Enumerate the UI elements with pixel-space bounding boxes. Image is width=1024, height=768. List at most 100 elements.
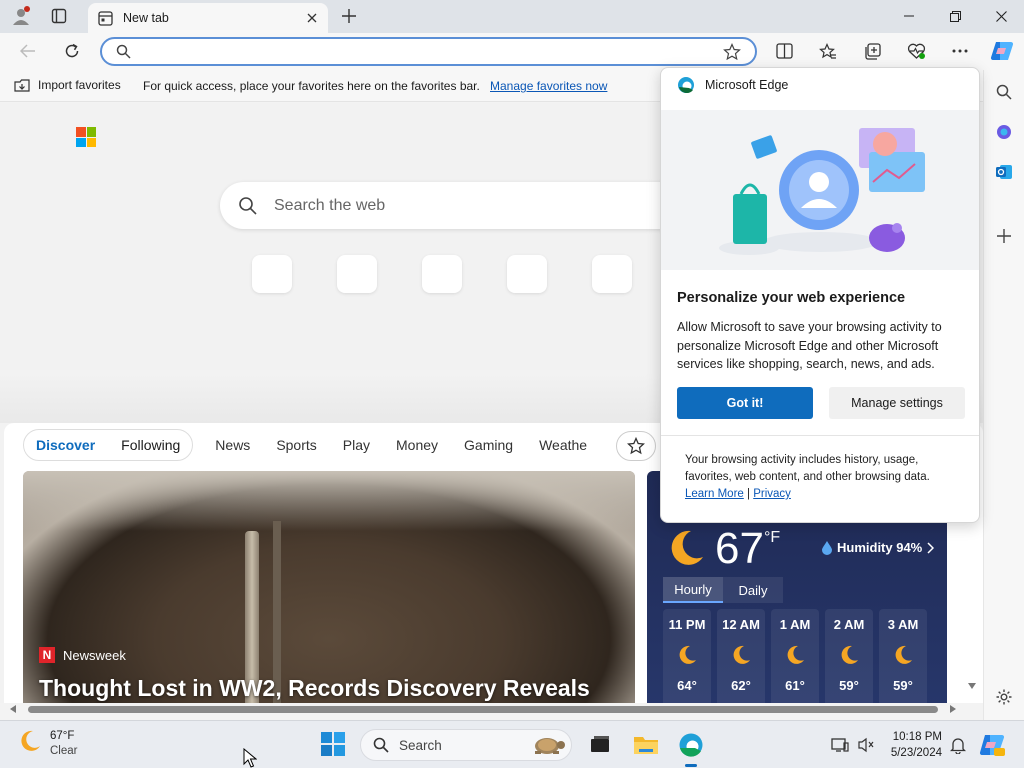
category-money[interactable]: Money (396, 437, 438, 453)
taskbar-file-explorer-button[interactable] (630, 729, 662, 761)
hour-forecast: 12 AM 62° (717, 609, 765, 703)
active-app-indicator (685, 764, 697, 767)
favorites-button[interactable] (814, 38, 842, 64)
feed-mode-toggle: Discover Following (23, 429, 194, 461)
favorite-star-icon[interactable] (723, 43, 741, 61)
new-tab-page-icon (98, 10, 113, 26)
favorites-icon (819, 42, 836, 59)
browser-essentials-button[interactable] (902, 38, 930, 64)
edge-logo-icon (679, 733, 703, 757)
manage-favorites-link[interactable]: Manage favorites now (490, 79, 607, 93)
close-icon (995, 10, 1007, 22)
favorites-hint: For quick access, place your favorites h… (143, 79, 480, 93)
quick-link-tile[interactable] (592, 255, 632, 293)
category-gaming[interactable]: Gaming (464, 437, 513, 453)
task-view-icon (591, 736, 609, 752)
current-weather: 67 °F (665, 527, 780, 571)
hour-temp: 59° (893, 678, 913, 693)
personalize-feed-button[interactable] (616, 431, 656, 461)
taskbar-clock[interactable]: 10:18 PM 5/23/2024 (884, 729, 942, 761)
category-weather[interactable]: Weathe (539, 437, 587, 453)
collections-button[interactable] (858, 38, 886, 64)
settings-and-more-button[interactable] (946, 38, 974, 64)
back-arrow-icon (20, 44, 35, 58)
taskbar-tray-icon[interactable] (850, 729, 882, 761)
tab-hourly[interactable]: Hourly (663, 577, 723, 603)
bell-icon (950, 738, 966, 754)
taskbar-task-view-button[interactable] (584, 729, 616, 761)
category-sports[interactable]: Sports (276, 437, 316, 453)
link-separator: | (747, 488, 751, 500)
sidebar-search-button[interactable] (991, 79, 1017, 105)
notifications-button[interactable] (942, 729, 974, 761)
sidebar-microsoft365-button[interactable] (991, 119, 1017, 145)
edge-logo-icon (678, 77, 694, 94)
address-bar[interactable] (100, 37, 757, 66)
scroll-down-arrow-icon[interactable] (968, 683, 976, 689)
taskbar-edge-button[interactable] (675, 729, 707, 767)
scroll-left-arrow-icon[interactable] (10, 705, 16, 713)
windows-logo-icon (321, 732, 345, 756)
taskbar-search-box[interactable]: Search (360, 729, 572, 761)
close-tab-button[interactable] (300, 6, 324, 30)
sidebar-add-button[interactable] (991, 223, 1017, 249)
moon-icon (733, 645, 750, 664)
tab-following[interactable]: Following (121, 437, 180, 453)
got-it-button[interactable]: Got it! (677, 387, 813, 419)
hour-forecast: 2 AM 59° (825, 609, 873, 703)
personalize-popup: Microsoft Edge Personalize your web expe… (660, 67, 980, 523)
workspaces-button[interactable] (46, 4, 72, 28)
tab-new-tab[interactable]: New tab (88, 3, 328, 33)
scroll-right-arrow-icon[interactable] (950, 705, 956, 713)
hour-time: 1 AM (779, 617, 811, 632)
import-icon (14, 79, 30, 92)
moon-icon (895, 645, 912, 664)
copilot-icon (979, 734, 1005, 756)
popup-app-name: Microsoft Edge (705, 78, 789, 92)
horizontal-scrollbar[interactable] (8, 703, 960, 715)
water-drop-icon (822, 541, 832, 555)
web-search-placeholder: Search the web (274, 196, 386, 214)
start-button[interactable] (320, 731, 346, 760)
moon-icon (841, 645, 858, 664)
quick-link-tile[interactable] (422, 255, 462, 293)
edge-sidebar (983, 70, 1024, 720)
quick-link-tile[interactable] (337, 255, 377, 293)
category-play[interactable]: Play (343, 437, 370, 453)
sidebar-settings-button[interactable] (991, 684, 1017, 710)
tab-discover[interactable]: Discover (36, 437, 95, 453)
hero-article-card[interactable]: N Newsweek Thought Lost in WW2, Records … (23, 471, 635, 703)
hero-image (23, 471, 635, 531)
tab-daily[interactable]: Daily (723, 577, 783, 603)
new-tab-button[interactable] (336, 4, 362, 28)
restore-button[interactable] (932, 0, 978, 32)
manage-settings-button[interactable]: Manage settings (829, 387, 965, 419)
minimize-button[interactable] (886, 0, 932, 32)
moon-icon (679, 645, 696, 664)
popup-title: Personalize your web experience (677, 290, 906, 306)
clock-time: 10:18 PM (892, 731, 942, 743)
privacy-link[interactable]: Privacy (753, 488, 791, 500)
split-screen-button[interactable] (770, 38, 798, 64)
taskbar-weather-widget[interactable]: 67°F Clear (18, 729, 77, 759)
sidebar-outlook-button[interactable] (991, 159, 1017, 185)
taskbar-copilot-button[interactable] (976, 729, 1008, 761)
profile-button[interactable] (8, 4, 34, 28)
learn-more-link[interactable]: Learn More (685, 488, 744, 500)
close-window-button[interactable] (978, 0, 1024, 32)
quick-link-tile[interactable] (507, 255, 547, 293)
refresh-button[interactable] (58, 38, 86, 64)
back-button[interactable] (14, 38, 42, 64)
import-favorites-button[interactable]: Import favorites (14, 78, 121, 92)
copilot-button[interactable] (988, 38, 1016, 64)
horizontal-scroll-thumb[interactable] (28, 706, 938, 713)
gear-icon (996, 689, 1012, 705)
hour-temp: 64° (677, 678, 697, 693)
quick-link-tile[interactable] (252, 255, 292, 293)
taskbar-weather-condition: Clear (50, 745, 78, 757)
category-news[interactable]: News (215, 437, 250, 453)
article-headline[interactable]: Thought Lost in WW2, Records Discovery R… (39, 675, 590, 702)
plus-icon (997, 229, 1011, 243)
refresh-icon (65, 43, 79, 58)
humidity-link[interactable]: Humidity 94% (821, 540, 935, 555)
